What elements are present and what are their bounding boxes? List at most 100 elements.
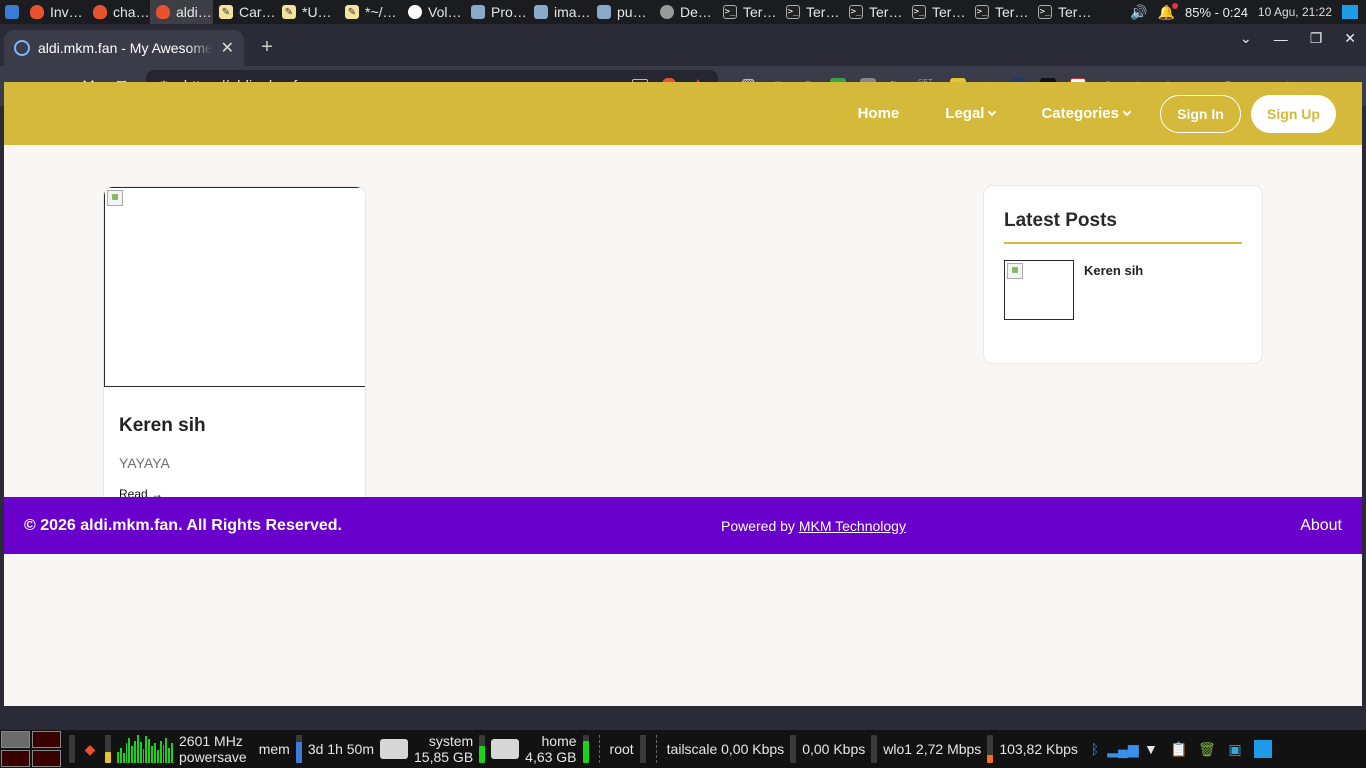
nav-legal[interactable]: Legal [945,105,997,122]
folder-icon [471,5,485,19]
task-list: Inv… cha… aldi… ✎ Car… ✎ *U… ✎ *~/… Vol… Pro… ima… p… [24,0,1095,24]
cpu-graph [117,735,173,763]
brave-launcher-icon[interactable]: ◆ [81,740,99,758]
workspace-4[interactable] [32,750,61,767]
mkm-technology-link[interactable]: MKM Technology [799,518,906,534]
wifi-icon[interactable]: ▼ [1142,740,1160,758]
show-desktop-icon[interactable] [1253,740,1272,758]
terminal-icon: >_ [786,5,800,19]
site-footer: © 2026 aldi.mkm.fan. All Rights Reserved… [4,497,1362,554]
taskbar-item[interactable]: >_ Ter… [780,0,843,24]
notification-bell-icon[interactable]: 🔔 [1158,2,1179,21]
web-page: Home Legal Categories Sign In Sign Up Ke… [4,82,1362,706]
taskbar-item-label: Ter… [869,4,903,20]
window-controls: ⌄ — ❐ ✕ [1240,30,1356,47]
taskbar-item[interactable]: ✎ *U… [276,0,339,24]
disk-system: system 15,85 GB [414,733,474,765]
clock[interactable]: 10 Agu, 21:22 [1258,5,1332,19]
taskbar-item-label: Inv… [50,4,83,20]
workspace-2[interactable] [32,731,61,748]
sign-up-button[interactable]: Sign Up [1251,94,1336,133]
taskbar-item[interactable]: >_ Ter… [1032,0,1095,24]
brave-icon [30,5,44,19]
latest-post-title[interactable]: Keren sih [1084,263,1143,320]
disk-home: home 4,63 GB [525,733,577,765]
screen-icon[interactable]: ▣ [1226,740,1244,758]
wlo1-down-rate: 103,82 Kbps [999,741,1078,757]
site-header: Home Legal Categories Sign In Sign Up [4,82,1362,145]
browser-tab-active[interactable]: aldi.mkm.fan - My Awesome ✕ [4,30,244,66]
workspace-3[interactable] [1,750,30,767]
bottom-tray: ᛒ ▂▄▆ ▼ 📋 🗑 ▣ [1086,740,1272,758]
new-tab-button[interactable]: + [250,30,284,64]
bluetooth-icon[interactable]: ᛒ [1086,740,1104,758]
tailscale-rate: tailscale 0,00 Kbps [666,741,785,757]
system-top-panel: Inv… cha… aldi… ✎ Car… ✎ *U… ✎ *~/… Vol… Pro… ima… p… [0,0,1366,24]
monitor-bar [69,735,75,763]
maximize-icon[interactable]: ❐ [1310,30,1323,47]
note-icon: ✎ [345,5,359,19]
disk-system-bar [479,735,486,763]
note-icon: ✎ [282,5,296,19]
taskbar-item[interactable]: ima… [528,0,591,24]
taskbar-item-label: Vol… [428,4,462,20]
footer-about-link[interactable]: About [1300,517,1342,535]
terminal-icon: >_ [975,5,989,19]
sign-in-button[interactable]: Sign In [1160,94,1241,133]
workspace-pager[interactable] [1,731,61,767]
terminal-icon: >_ [912,5,926,19]
close-window-icon[interactable]: ✕ [1344,30,1356,47]
nav-home[interactable]: Home [858,105,900,122]
memory-label: mem [258,741,290,757]
latest-posts-title: Latest Posts [1004,210,1242,244]
close-tab-icon[interactable]: ✕ [221,38,234,58]
system-bottom-panel: ◆ 2601 MHz powersave mem 3d 1h 50m system… [0,730,1366,768]
user-label: root [609,741,634,757]
taskbar-item-label: Ter… [1058,4,1092,20]
taskbar-item[interactable]: ✎ Car… [213,0,276,24]
clipboard-icon[interactable]: 📋 [1170,740,1188,758]
cpu-frequency: 2601 MHz powersave [179,733,247,765]
app-launcher-icon[interactable] [0,0,24,24]
cpu-bar [105,735,111,763]
nav-categories[interactable]: Categories [1041,105,1132,122]
taskbar-item[interactable]: Inv… [24,0,87,24]
taskbar-item[interactable]: aldi… [150,0,213,24]
latest-post-thumbnail[interactable] [1004,260,1074,320]
taskbar-item[interactable]: De… [654,0,717,24]
minimize-icon[interactable]: — [1274,31,1288,47]
taskbar-item[interactable]: >_ Ter… [969,0,1032,24]
trash-icon[interactable]: 🗑 [1198,740,1216,758]
taskbar-item[interactable]: >_ Ter… [843,0,906,24]
volume-icon[interactable]: 🔊 [1130,4,1147,21]
nav-categories-label: Categories [1041,105,1119,122]
tab-strip: aldi.mkm.fan - My Awesome ✕ + ⌄ — ❐ ✕ [0,24,1366,66]
post-card[interactable]: Keren sih YAYAYA Read → [103,186,366,521]
folder-icon [534,5,548,19]
vlc-icon [408,5,422,19]
post-image[interactable] [104,187,365,387]
broken-image-icon [1007,263,1023,279]
taskbar-item[interactable]: Vol… [402,0,465,24]
brave-icon [93,5,107,19]
latest-posts-widget: Latest Posts Keren sih [983,185,1263,364]
taskbar-item[interactable]: Pro… [465,0,528,24]
post-title[interactable]: Keren sih [119,415,206,437]
workspace-1[interactable] [1,731,30,748]
battery-status[interactable]: 85% - 0:24 [1185,5,1248,20]
latest-post-item[interactable]: Keren sih [1004,260,1242,320]
taskbar-item[interactable]: >_ Ter… [717,0,780,24]
taskbar-item[interactable]: cha… [87,0,150,24]
signal-bars-icon[interactable]: ▂▄▆ [1107,740,1138,758]
folder-icon [597,5,611,19]
main-nav: Home Legal Categories [858,105,1176,122]
tab-search-chevron-icon[interactable]: ⌄ [1240,30,1252,47]
taskbar-item-label: *~/… [365,4,397,20]
taskbar-item[interactable]: ✎ *~/… [339,0,402,24]
show-desktop-icon[interactable] [1342,5,1358,19]
taskbar-item[interactable]: >_ Ter… [906,0,969,24]
taskbar-item[interactable]: pu… [591,0,654,24]
loading-favicon-icon [14,40,30,56]
separator [655,735,657,763]
uptime: 3d 1h 50m [307,741,374,757]
